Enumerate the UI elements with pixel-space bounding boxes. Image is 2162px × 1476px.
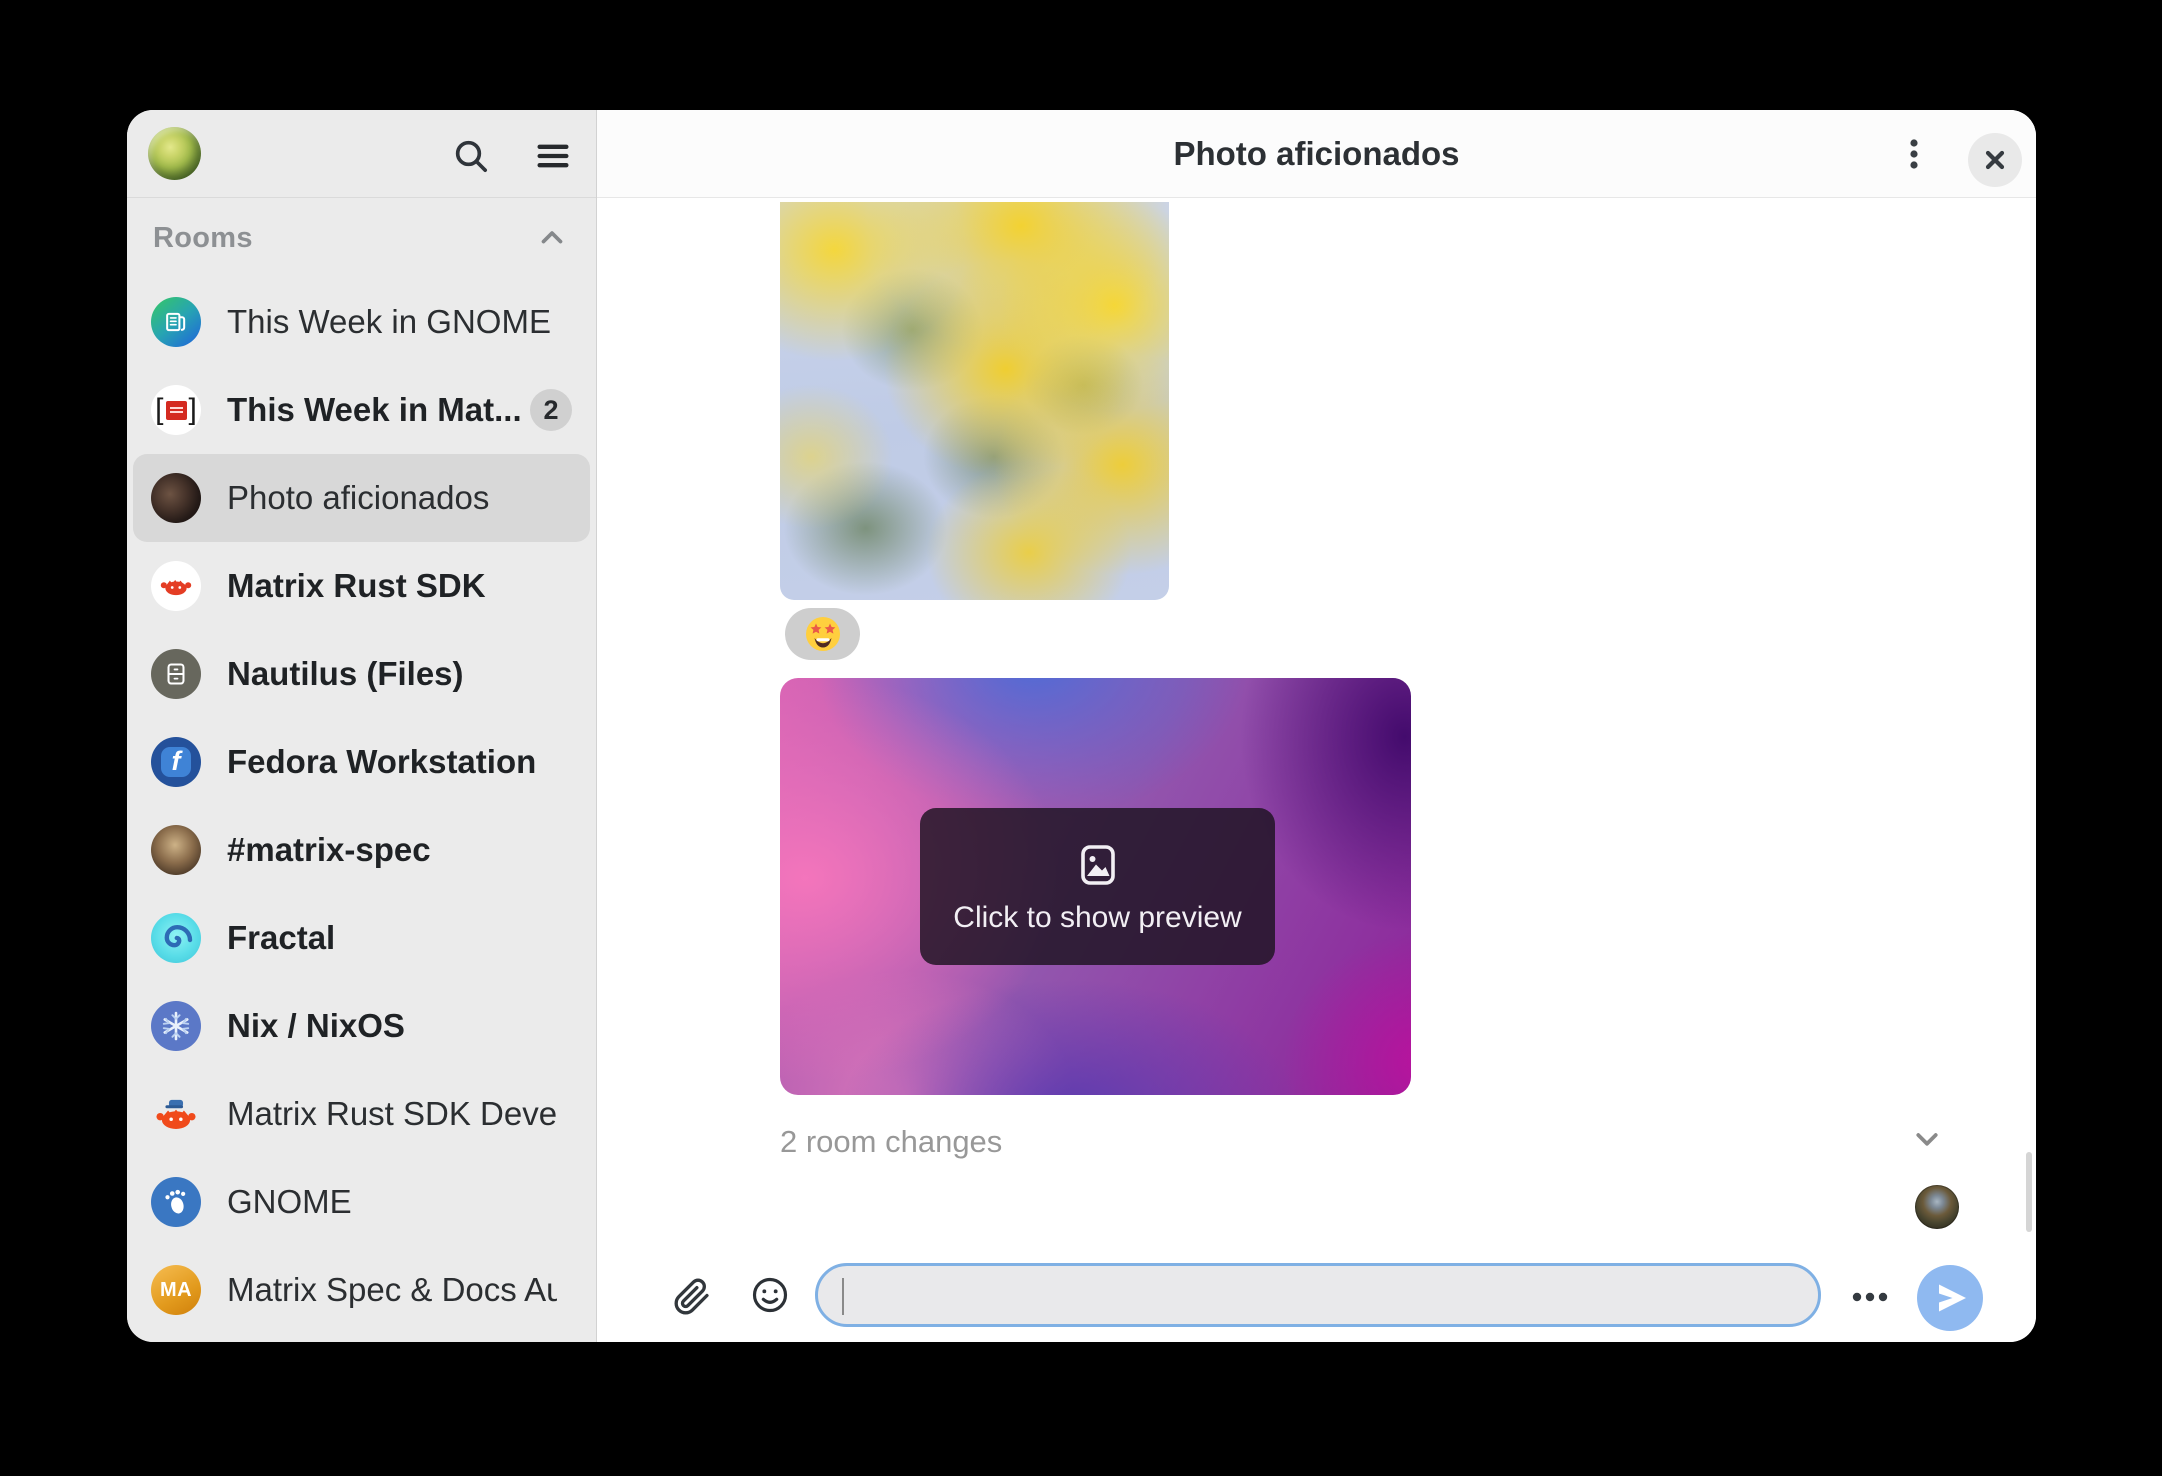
attach-file-button[interactable]	[670, 1277, 714, 1317]
file-cabinet-icon	[151, 649, 201, 699]
room-name: #matrix-spec	[227, 806, 431, 894]
ma-initials-icon: MA	[151, 1265, 201, 1315]
ferris-builder-icon	[151, 1089, 201, 1139]
read-receipt-avatar[interactable]	[1915, 1185, 1959, 1229]
hamburger-menu-icon	[532, 136, 574, 176]
message-input[interactable]	[815, 1263, 1821, 1327]
room-name: Matrix Rust SDK Devel...	[227, 1070, 557, 1158]
search-icon	[451, 136, 491, 176]
sidebar-item-nix-nixos[interactable]: Nix / NixOS	[133, 982, 590, 1070]
fractal-app-window: Rooms This Week in GNOME	[127, 110, 2036, 1342]
image-placeholder-icon	[1072, 839, 1124, 891]
unread-count-badge: 2	[530, 389, 572, 431]
message-image-mimosa[interactable]	[780, 202, 1169, 600]
room-name: Matrix Spec & Docs Au...	[227, 1246, 557, 1334]
reaction-pill[interactable]	[785, 608, 860, 660]
room-changes-summary: 2 room changes	[780, 1122, 1002, 1162]
star-struck-emoji	[805, 616, 841, 652]
ferris-crab-icon	[151, 561, 201, 611]
sidebar-item-this-week-in-gnome[interactable]: This Week in GNOME	[133, 278, 590, 366]
room-name: This Week in GNOME	[227, 278, 551, 366]
send-icon	[1925, 1273, 1975, 1323]
show-preview-button[interactable]: Click to show preview	[920, 808, 1275, 965]
twim-logo-icon: []	[151, 385, 201, 435]
camera-photo-avatar	[151, 473, 201, 523]
room-header: Photo aficionados	[597, 110, 2036, 198]
chevron-up-icon[interactable]	[534, 220, 570, 256]
paperclip-icon	[673, 1278, 711, 1316]
show-preview-label: Click to show preview	[953, 901, 1241, 935]
close-window-button[interactable]	[1968, 133, 2022, 187]
sidebar: Rooms This Week in GNOME	[127, 110, 597, 1342]
search-button[interactable]	[449, 136, 493, 176]
room-name: Nix / NixOS	[227, 982, 405, 1070]
fractal-spiral-icon	[151, 913, 201, 963]
ellipsis-icon	[1846, 1277, 1894, 1317]
sidebar-item-matrix-spec[interactable]: #matrix-spec	[133, 806, 590, 894]
room-name: Matrix Rust SDK	[227, 542, 486, 630]
sidebar-item-fedora-workstation[interactable]: f Fedora Workstation	[133, 718, 590, 806]
nix-snowflake-icon	[151, 1001, 201, 1051]
chevron-down-icon	[1908, 1120, 1946, 1158]
sidebar-item-this-week-in-matrix[interactable]: [] This Week in Mat... 2	[133, 366, 590, 454]
more-options-button[interactable]	[1843, 1277, 1897, 1317]
account-avatar[interactable]	[148, 127, 201, 180]
person-photo-avatar	[151, 825, 201, 875]
kebab-menu-icon	[1894, 134, 1934, 174]
smiley-emoji-icon	[750, 1275, 790, 1315]
blurred-media-preview[interactable]: Click to show preview	[780, 678, 1411, 1095]
insert-emoji-button[interactable]	[748, 1275, 792, 1315]
gnome-foot-icon	[151, 1177, 201, 1227]
twim-brackets: []	[155, 393, 197, 427]
sidebar-item-photo-aficionados[interactable]: Photo aficionados	[133, 454, 590, 542]
sidebar-item-matrix-rust-sdk[interactable]: Matrix Rust SDK	[133, 542, 590, 630]
room-list: This Week in GNOME [] This Week in Mat..…	[127, 278, 596, 1334]
chat-main-area: Photo aficionados	[597, 110, 2036, 1342]
page-title: Photo aficionados	[597, 110, 2036, 198]
room-name: Fractal	[227, 894, 335, 982]
sidebar-item-fractal[interactable]: Fractal	[133, 894, 590, 982]
send-message-button[interactable]	[1917, 1265, 1983, 1331]
sidebar-item-nautilus[interactable]: Nautilus (Files)	[133, 630, 590, 718]
main-menu-button[interactable]	[529, 136, 577, 176]
room-name: This Week in Mat...	[227, 366, 522, 454]
text-caret	[842, 1278, 844, 1315]
room-name: Fedora Workstation	[227, 718, 536, 806]
scrollbar-thumb[interactable]	[2026, 1152, 2032, 1232]
fedora-logo-icon: f	[151, 737, 201, 787]
room-name: GNOME	[227, 1158, 352, 1246]
rooms-section-header[interactable]: Rooms	[127, 198, 596, 278]
room-name: Nautilus (Files)	[227, 630, 464, 718]
twig-newspaper-icon	[151, 297, 201, 347]
fedora-f-glyph: f	[161, 747, 191, 777]
sidebar-item-matrix-spec-docs[interactable]: MA Matrix Spec & Docs Au...	[133, 1246, 590, 1334]
room-menu-button[interactable]	[1892, 134, 1936, 174]
expand-room-changes-button[interactable]	[1905, 1119, 1949, 1159]
close-icon	[1973, 138, 2017, 182]
sidebar-item-matrix-rust-sdk-developers[interactable]: Matrix Rust SDK Devel...	[133, 1070, 590, 1158]
desktop-background: { "window": { "title": "Photo aficionado…	[0, 0, 2162, 1476]
sidebar-header	[127, 110, 596, 198]
rooms-section-label: Rooms	[153, 222, 253, 255]
sidebar-item-gnome[interactable]: GNOME	[133, 1158, 590, 1246]
twim-red-square	[166, 401, 187, 420]
room-name: Photo aficionados	[227, 454, 489, 542]
